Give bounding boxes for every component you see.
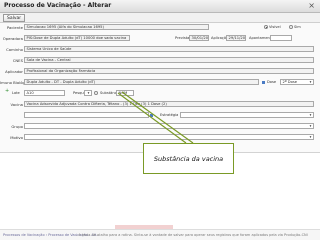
lot-field[interactable]: A10 xyxy=(24,90,65,96)
immuno-pin-icon xyxy=(262,80,265,84)
operator-field[interactable]: PIS:Dose de Dupla Adulto (dT) 10000 doe … xyxy=(24,35,130,41)
substance-radio[interactable] xyxy=(94,91,98,95)
vaccine-field[interactable]: Vacina Adsorvida Adjuvada Contra Difteri… xyxy=(24,101,314,107)
add-icon[interactable]: + xyxy=(5,89,9,94)
chevron-down-icon: ▾ xyxy=(87,91,90,95)
applicator-label: Aplicador xyxy=(5,69,23,74)
immuno-field[interactable]: Dupla Adulto - DT - Dupla Adulto (dT) xyxy=(24,79,259,85)
visible-radio[interactable] xyxy=(264,25,268,29)
visible-yes-label: Sim xyxy=(294,25,301,29)
visible-label: Visível xyxy=(269,25,281,29)
application-date-field[interactable]: 29/11/2012 xyxy=(226,35,246,41)
note-field[interactable] xyxy=(270,35,292,41)
toolbar: Salvar xyxy=(0,13,320,23)
title-bar: Processo de Vacinação - Alterar × xyxy=(0,0,320,13)
chevron-down-icon: ▾ xyxy=(309,135,312,139)
cnes-field[interactable]: Sala de Vacina - Central xyxy=(24,57,314,63)
chevron-down-icon: ▾ xyxy=(309,124,312,128)
strategy-label: Estratégia xyxy=(160,113,179,117)
chevron-down-icon: ▾ xyxy=(309,80,312,84)
save-button[interactable]: Salvar xyxy=(3,14,26,22)
operator-label: Operadora xyxy=(2,36,23,41)
applicator-field[interactable]: Profissional da Organização Farmácia xyxy=(24,68,314,74)
patient-label: Paciente xyxy=(6,25,23,30)
close-icon[interactable]: × xyxy=(308,1,315,10)
search-button[interactable]: ▾ xyxy=(84,90,92,96)
expected-label: Prevista xyxy=(175,36,190,40)
callout-text: Substância da vacina xyxy=(153,155,224,163)
vaccination-form: Paciente Simulacao 1695 (Alfa do Simulac… xyxy=(0,23,320,153)
dose-label: Dose xyxy=(267,80,277,84)
lot-label: Lote xyxy=(12,90,20,95)
group-select[interactable]: ▾ xyxy=(24,123,314,129)
callout-box: Substância da vacina xyxy=(143,143,234,174)
group-label: Grupo xyxy=(11,124,23,129)
immuno-label: Imuno Biológico xyxy=(0,80,31,85)
vaccination-process-window: Processo de Vacinação - Alterar × Salvar… xyxy=(0,0,320,240)
reason-select[interactable]: ▾ xyxy=(24,134,314,140)
chevron-down-icon: ▾ xyxy=(309,113,312,117)
strategy-group-field[interactable] xyxy=(24,112,149,118)
patient-field[interactable]: Simulacao 1695 (Alfa do Simulacao 1695) xyxy=(24,24,209,30)
strategy-select[interactable]: ▾ xyxy=(180,112,314,118)
status-text: - A tecla de atalho para a rotina. Sinta… xyxy=(76,233,308,237)
cnes-label: CNES xyxy=(12,58,23,63)
expected-date-field[interactable]: 30/01/2007 xyxy=(189,35,209,41)
strategy-pin-icon xyxy=(150,113,153,117)
window-title: Processo de Vacinação - Alterar xyxy=(4,2,112,9)
dose-select[interactable]: 2ª Dose ▾ xyxy=(280,79,314,85)
status-footer: Processos de Vacinação › Processo de Vac… xyxy=(0,229,320,240)
vaccine-label: Vacina xyxy=(10,102,23,107)
reason-label: Motivo xyxy=(10,135,23,140)
dose-value: 2ª Dose xyxy=(282,80,298,84)
path-field[interactable]: Sistema Único de Saúde xyxy=(24,46,314,52)
substance-field[interactable]: NOM xyxy=(116,90,134,96)
path-label: Caminho xyxy=(6,47,23,52)
visible-yes-radio[interactable] xyxy=(289,25,293,29)
